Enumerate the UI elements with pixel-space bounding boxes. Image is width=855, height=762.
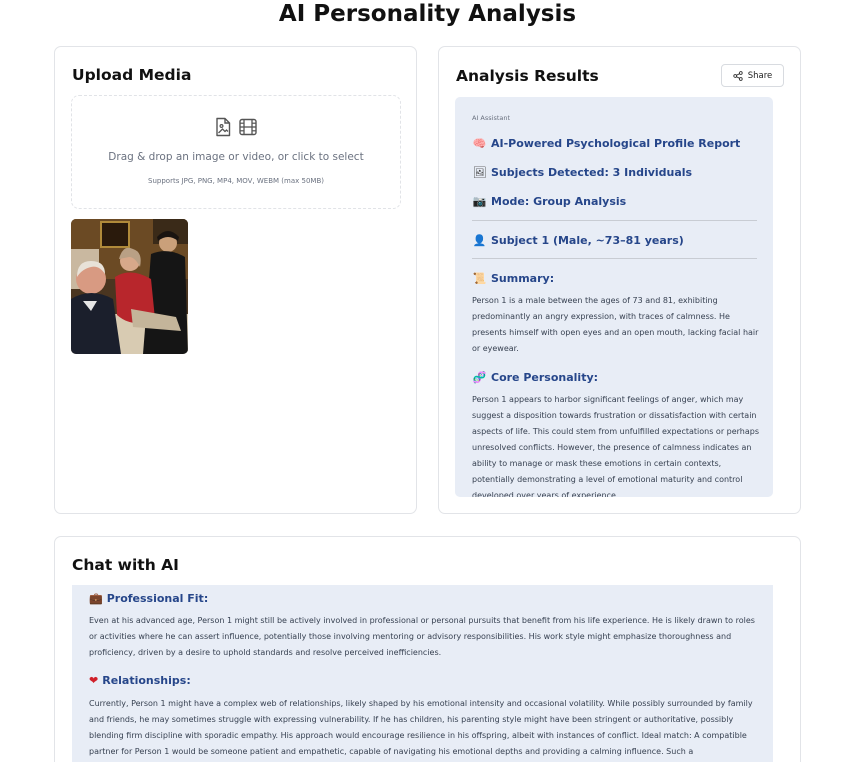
brain-icon: 🧠 [472,137,487,150]
dropzone-instructions: Drag & drop an image or video, or click … [108,151,364,163]
relationships-text: Currently, Person 1 might have a complex… [89,699,753,756]
briefcase-icon: 💼 [89,592,103,605]
professional-fit-text: Even at his advanced age, Person 1 might… [89,616,755,657]
analysis-results-card: Analysis Results Share AI Assistant 🧠 AI… [438,46,801,514]
report-heading-text: AI-Powered Psychological Profile Report [491,137,741,150]
film-icon [238,117,258,139]
summary-heading: 📜 Summary: [472,272,554,285]
subjects-heading-text: Subjects Detected: 3 Individuals [491,166,693,179]
subject-heading-text: Subject 1 (Male, ~73–81 years) [491,234,684,247]
upload-dropzone[interactable]: Drag & drop an image or video, or click … [71,95,401,209]
share-icon [733,70,743,81]
share-button[interactable]: Share [721,64,784,87]
page-title: AI Personality Analysis [278,1,577,27]
summary-heading-text: Summary: [491,272,555,285]
divider [472,258,757,259]
core-personality-heading-text: Core Personality: [491,371,599,384]
upload-title: Upload Media [72,66,192,84]
report-heading: 🧠 AI-Powered Psychological Profile Repor… [472,137,741,150]
relationships-heading: ❤ Relationships: [89,674,191,687]
ai-assistant-message: AI Assistant 🧠 AI-Powered Psychological … [455,97,773,497]
ai-assistant-label: AI Assistant [472,114,511,122]
subject-heading: 👤 Subject 1 (Male, ~73–81 years) [472,234,684,247]
dropzone-supported-formats: Supports JPG, PNG, MP4, MOV, WEBM (max 5… [148,177,324,185]
subjects-heading: 🖼 Subjects Detected: 3 Individuals [472,166,693,179]
share-label: Share [747,70,773,81]
dna-icon: 🧬 [472,371,487,384]
chat-card: Chat with AI 💼 Professional Fit: Even at… [54,536,801,762]
scroll-icon: 📜 [472,272,487,285]
heart-icon: ❤ [89,674,99,687]
professional-fit-heading-text: Professional Fit: [106,592,209,605]
mode-heading-text: Mode: Group Analysis [491,195,627,208]
person-icon: 👤 [472,234,487,247]
summary-text: Person 1 is a male between the ages of 7… [472,296,759,353]
upload-media-card: Upload Media Drag & drop an image or vid… [54,46,417,514]
core-personality-heading: 🧬 Core Personality: [472,371,598,384]
chat-message: 💼 Professional Fit: Even at his advanced… [72,585,773,762]
relationships-heading-text: Relationships: [102,674,191,687]
results-title: Analysis Results [456,67,599,85]
core-personality-text: Person 1 appears to harbor significant f… [472,395,760,497]
chat-title: Chat with AI [72,556,179,574]
uploaded-image-thumbnail[interactable] [71,219,188,354]
picture-icon: 🖼 [472,166,487,179]
professional-fit-heading: 💼 Professional Fit: [89,592,208,605]
image-icon [214,117,232,139]
divider [472,220,757,221]
mode-heading: 📷 Mode: Group Analysis [472,195,627,208]
camera-icon: 📷 [472,195,487,208]
